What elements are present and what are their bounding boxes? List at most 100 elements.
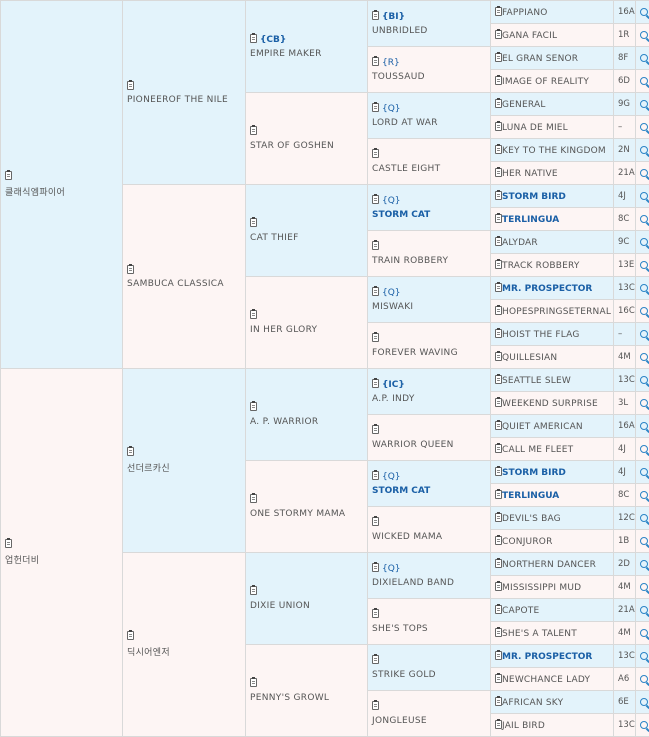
clipboard-icon[interactable] xyxy=(5,539,12,548)
search-icon[interactable] xyxy=(640,445,648,453)
clipboard-icon[interactable] xyxy=(372,655,379,664)
horse-name[interactable]: STORM BIRD xyxy=(502,468,566,478)
search-icon[interactable] xyxy=(640,353,648,361)
horse-name[interactable]: NORTHERN DANCER xyxy=(502,560,596,570)
search-cell[interactable] xyxy=(636,691,649,714)
horse-name[interactable]: GANA FACIL xyxy=(502,31,557,41)
search-cell[interactable] xyxy=(636,553,649,576)
horse-name[interactable]: 선더르카신 xyxy=(127,461,241,474)
search-cell[interactable] xyxy=(636,208,649,231)
clipboard-icon[interactable] xyxy=(495,329,502,338)
horse-name[interactable]: TOUSSAUD xyxy=(372,72,486,82)
search-cell[interactable] xyxy=(636,369,649,392)
horse-name[interactable]: CAT THIEF xyxy=(250,233,363,243)
horse-name[interactable]: KEY TO THE KINGDOM xyxy=(502,146,606,156)
search-cell[interactable] xyxy=(636,461,649,484)
search-icon[interactable] xyxy=(640,629,648,637)
clipboard-icon[interactable] xyxy=(372,563,379,572)
clipboard-icon[interactable] xyxy=(495,53,502,62)
search-icon[interactable] xyxy=(640,261,648,269)
horse-name[interactable]: A. P. WARRIOR xyxy=(250,417,363,427)
clipboard-icon[interactable] xyxy=(495,306,502,315)
horse-name[interactable]: QUILLESIAN xyxy=(502,353,557,363)
clipboard-icon[interactable] xyxy=(495,674,502,683)
search-icon[interactable] xyxy=(640,146,648,154)
search-cell[interactable] xyxy=(636,323,649,346)
search-cell[interactable] xyxy=(636,277,649,300)
search-icon[interactable] xyxy=(640,514,648,522)
clipboard-icon[interactable] xyxy=(372,425,379,434)
clipboard-icon[interactable] xyxy=(495,628,502,637)
horse-name[interactable]: DEVIL'S BAG xyxy=(502,514,561,524)
search-icon[interactable] xyxy=(640,307,648,315)
search-cell[interactable] xyxy=(636,300,649,323)
clipboard-icon[interactable] xyxy=(127,81,134,90)
clipboard-icon[interactable] xyxy=(250,678,257,687)
horse-name[interactable]: MISSISSIPPI MUD xyxy=(502,583,581,593)
horse-name[interactable]: ALYDAR xyxy=(502,238,538,248)
search-cell[interactable] xyxy=(636,139,649,162)
horse-name[interactable]: STORM BIRD xyxy=(502,192,566,202)
horse-name[interactable]: WICKED MAMA xyxy=(372,532,486,542)
horse-name[interactable]: QUIET AMERICAN xyxy=(502,422,583,432)
clipboard-icon[interactable] xyxy=(372,471,379,480)
clipboard-icon[interactable] xyxy=(372,149,379,158)
search-cell[interactable] xyxy=(636,162,649,185)
search-icon[interactable] xyxy=(640,468,648,476)
horse-name[interactable]: DIXIE UNION xyxy=(250,601,363,611)
search-icon[interactable] xyxy=(640,123,648,131)
search-cell[interactable] xyxy=(636,116,649,139)
search-cell[interactable] xyxy=(636,185,649,208)
horse-name[interactable]: PIONEEROF THE NILE xyxy=(127,95,241,105)
search-icon[interactable] xyxy=(640,422,648,430)
horse-name[interactable]: SEATTLE SLEW xyxy=(502,376,571,386)
horse-name[interactable]: IMAGE OF REALITY xyxy=(502,77,589,87)
clipboard-icon[interactable] xyxy=(372,241,379,250)
search-cell[interactable] xyxy=(636,254,649,277)
clipboard-icon[interactable] xyxy=(495,398,502,407)
horse-name[interactable]: STRIKE GOLD xyxy=(372,670,486,680)
search-icon[interactable] xyxy=(640,606,648,614)
horse-name[interactable]: CONJUROR xyxy=(502,537,553,547)
search-cell[interactable] xyxy=(636,484,649,507)
clipboard-icon[interactable] xyxy=(372,287,379,296)
search-icon[interactable] xyxy=(640,284,648,292)
horse-name[interactable]: 업헌더비 xyxy=(5,553,118,566)
horse-name[interactable]: LORD AT WAR xyxy=(372,118,486,128)
clipboard-icon[interactable] xyxy=(495,720,502,729)
clipboard-icon[interactable] xyxy=(495,191,502,200)
search-cell[interactable] xyxy=(636,599,649,622)
horse-name[interactable]: SHE'S TOPS xyxy=(372,624,486,634)
horse-name[interactable]: TRAIN ROBBERY xyxy=(372,256,486,266)
clipboard-icon[interactable] xyxy=(127,447,134,456)
clipboard-icon[interactable] xyxy=(495,352,502,361)
horse-name[interactable]: SAMBUCA CLASSICA xyxy=(127,279,241,289)
search-cell[interactable] xyxy=(636,231,649,254)
search-cell[interactable] xyxy=(636,346,649,369)
horse-name[interactable]: TRACK ROBBERY xyxy=(502,261,580,271)
horse-name[interactable]: STORM CAT xyxy=(372,486,486,496)
search-cell[interactable] xyxy=(636,70,649,93)
horse-name[interactable]: 딕시어엔저 xyxy=(127,645,241,658)
clipboard-icon[interactable] xyxy=(495,559,502,568)
search-icon[interactable] xyxy=(640,583,648,591)
clipboard-icon[interactable] xyxy=(127,631,134,640)
horse-name[interactable]: FAPPIANO xyxy=(502,8,548,18)
horse-name[interactable]: EL GRAN SENOR xyxy=(502,54,578,64)
search-cell[interactable] xyxy=(636,438,649,461)
search-cell[interactable] xyxy=(636,1,649,24)
horse-name[interactable]: NEWCHANCE LADY xyxy=(502,675,590,685)
clipboard-icon[interactable] xyxy=(495,99,502,108)
clipboard-icon[interactable] xyxy=(495,145,502,154)
horse-name[interactable]: STORM CAT xyxy=(372,210,486,220)
clipboard-icon[interactable] xyxy=(495,260,502,269)
search-icon[interactable] xyxy=(640,537,648,545)
search-icon[interactable] xyxy=(640,330,648,338)
search-icon[interactable] xyxy=(640,698,648,706)
clipboard-icon[interactable] xyxy=(495,214,502,223)
horse-name[interactable]: HOPESPRINGSETERNAL xyxy=(502,307,611,317)
horse-name[interactable]: STAR OF GOSHEN xyxy=(250,141,363,151)
clipboard-icon[interactable] xyxy=(495,283,502,292)
horse-name[interactable]: HOIST THE FLAG xyxy=(502,330,580,340)
clipboard-icon[interactable] xyxy=(495,513,502,522)
